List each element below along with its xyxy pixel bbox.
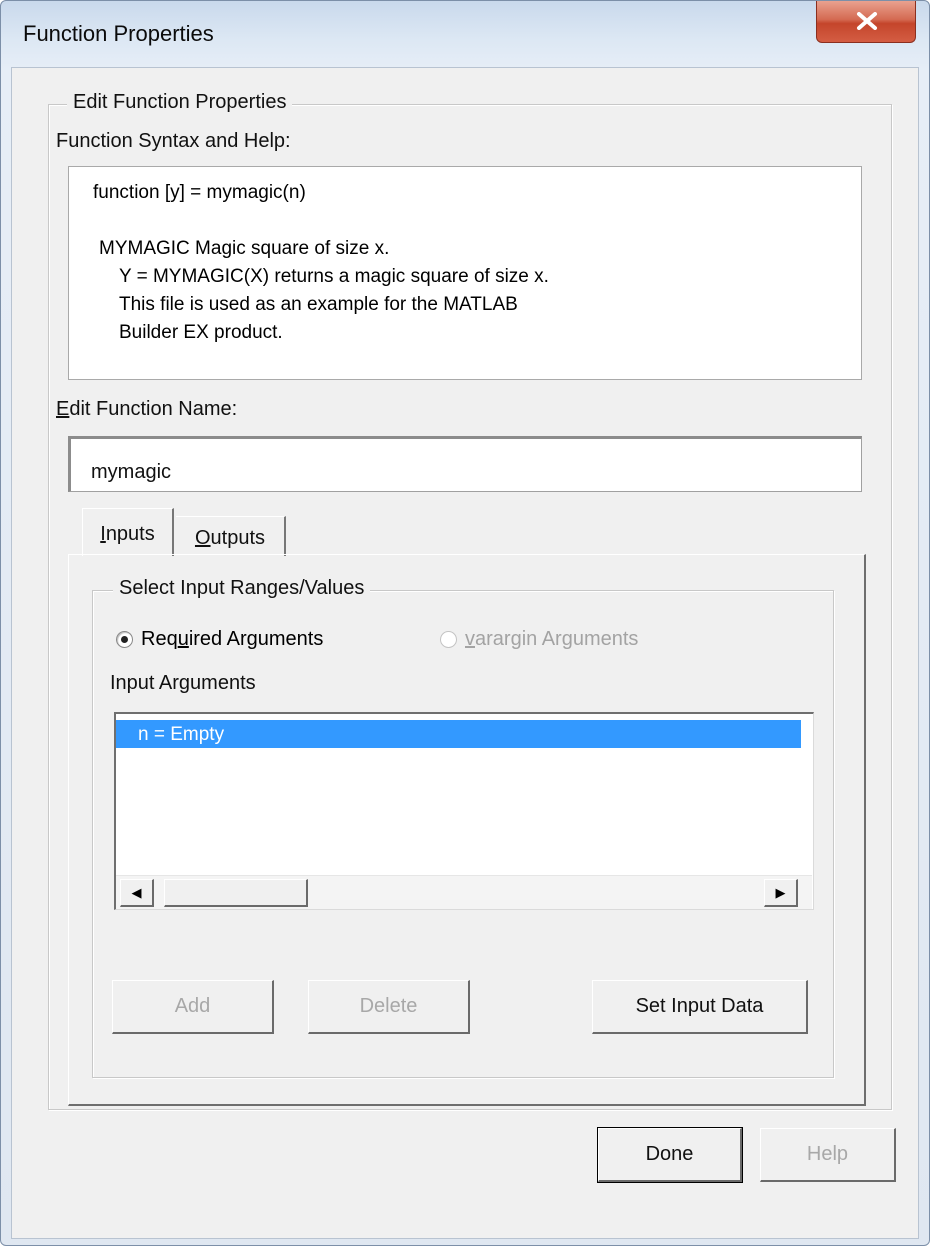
set-input-data-button[interactable]: Set Input Data xyxy=(592,980,808,1034)
radio-required-arguments[interactable]: Required Arguments xyxy=(116,628,323,651)
list-item[interactable]: n = Empty xyxy=(116,720,801,748)
radio-checked-icon xyxy=(116,631,133,648)
radio-varargin-label: varargin Arguments xyxy=(465,628,639,650)
chevron-left-icon: ◀ xyxy=(131,884,142,900)
tab-outputs[interactable]: Outputs xyxy=(176,516,286,556)
group-label: Edit Function Properties xyxy=(67,91,293,114)
radio-unchecked-icon xyxy=(440,631,457,648)
function-name-label: Edit Function Name: xyxy=(56,398,238,420)
done-button[interactable]: Done xyxy=(597,1127,743,1183)
add-button[interactable]: Add xyxy=(112,980,274,1034)
tab-inputs[interactable]: Inputs xyxy=(82,508,174,556)
scroll-right-button[interactable]: ▶ xyxy=(764,879,798,907)
horizontal-scrollbar[interactable]: ◀ ▶ xyxy=(116,875,812,909)
tab-outputs-label: utputs xyxy=(210,527,266,549)
dialog-client-area: Edit Function Properties Function Syntax… xyxy=(11,67,919,1239)
function-properties-dialog: Function Properties Edit Function Proper… xyxy=(0,0,930,1246)
window-title: Function Properties xyxy=(23,21,214,46)
radio-required-label: Required Arguments xyxy=(141,628,324,650)
input-group-label: Select Input Ranges/Values xyxy=(113,577,371,600)
close-button[interactable] xyxy=(816,1,916,43)
tab-inputs-label: nputs xyxy=(105,523,155,545)
syntax-label: Function Syntax and Help: xyxy=(56,130,291,152)
function-help-text: function [y] = mymagic(n) MYMAGIC Magic … xyxy=(68,166,862,380)
help-line: This file is used as an example for the … xyxy=(119,294,518,315)
input-arguments-list[interactable]: n = Empty ◀ ▶ xyxy=(114,712,814,910)
help-button[interactable]: Help xyxy=(760,1128,896,1182)
help-line: MYMAGIC Magic square of size x. xyxy=(99,238,390,259)
scroll-left-button[interactable]: ◀ xyxy=(120,879,154,907)
help-line: Y = MYMAGIC(X) returns a magic square of… xyxy=(119,266,549,287)
help-line: Builder EX product. xyxy=(119,322,283,343)
function-name-label-text: dit Function Name: xyxy=(69,398,238,420)
help-line-signature: function [y] = mymagic(n) xyxy=(93,182,306,203)
scroll-thumb[interactable] xyxy=(164,879,308,907)
function-name-input[interactable] xyxy=(68,436,862,492)
chevron-right-icon: ▶ xyxy=(775,884,786,900)
input-arguments-label: Input Arguments xyxy=(110,672,256,694)
radio-varargin-arguments[interactable]: varargin Arguments xyxy=(440,628,638,651)
delete-button[interactable]: Delete xyxy=(308,980,470,1034)
close-icon xyxy=(857,12,877,30)
